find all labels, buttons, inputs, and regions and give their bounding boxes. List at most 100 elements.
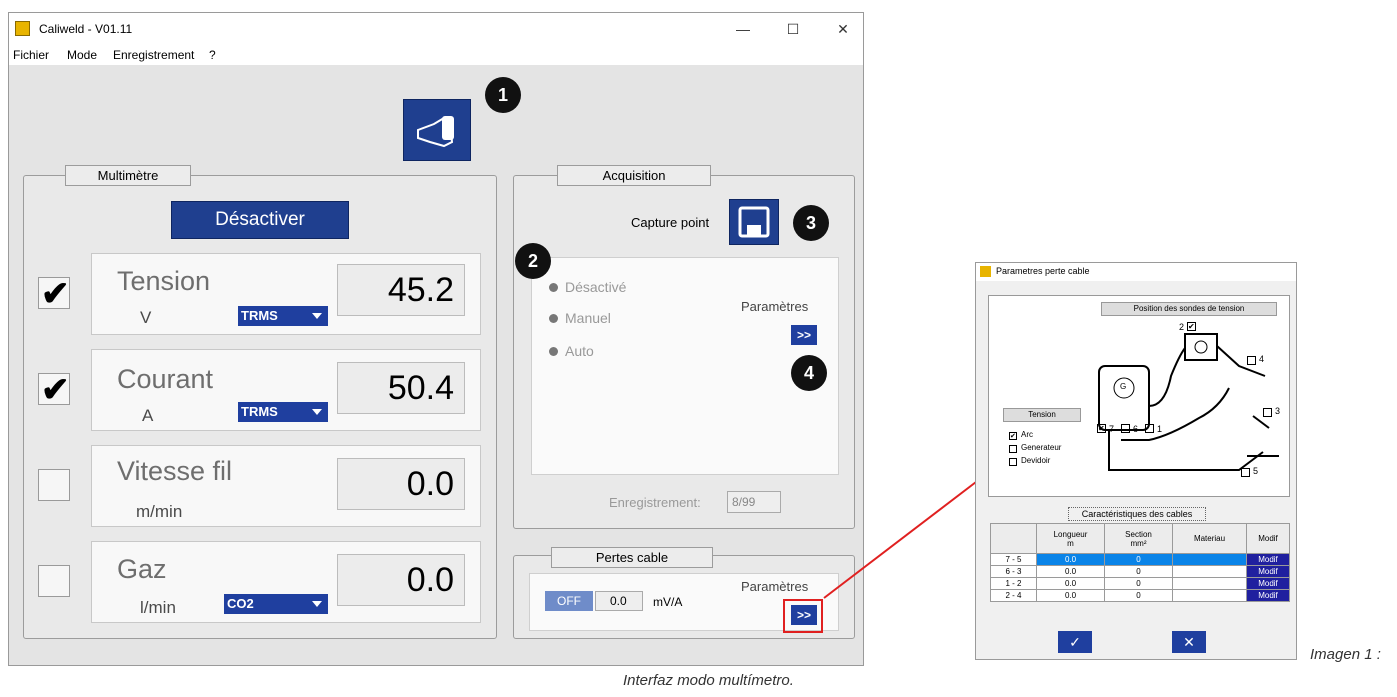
callout-2: 2 [515,243,551,279]
acquisition-parametres-label: Paramètres [741,299,809,314]
courant-mode-select[interactable]: TRMS [238,402,328,422]
cell-longueur[interactable]: 0.0 [1036,553,1105,566]
table-header [990,523,1037,554]
cell-section[interactable]: 0 [1104,565,1173,578]
probe-5-label: 5 [1253,466,1259,476]
modif-button[interactable]: Modif [1246,553,1290,566]
table-row[interactable]: 1 - 2 0.0 0 Modif [990,577,1290,590]
probe-3-label: 3 [1275,406,1281,416]
menu-fichier[interactable]: Fichier [13,48,49,62]
table-header: Longueur m [1036,523,1105,554]
minimize-button[interactable]: — [731,17,755,41]
probe-2-label: 2 [1179,322,1185,332]
cell-section[interactable]: 0 [1104,553,1173,566]
enregistrement-label: Enregistrement: [609,495,701,510]
menu-mode[interactable]: Mode [67,48,97,62]
callout-3: 3 [793,205,829,241]
callout-4: 4 [791,355,827,391]
probe-1-checkbox[interactable] [1145,424,1154,433]
cell-section[interactable]: 0 [1104,577,1173,590]
generateur-checkbox[interactable] [1009,445,1017,453]
pertes-unit: mV/A [653,595,683,609]
window-title: Caliweld - V01.11 [39,22,133,36]
cell-materiau[interactable] [1172,565,1247,578]
pertes-off-toggle[interactable]: OFF [545,591,593,611]
dialog-ok-button[interactable]: ✓ [1058,631,1092,653]
main-window: Caliweld - V01.11 — ☐ ✕ Fichier Mode Enr… [8,12,864,666]
cell-longueur[interactable]: 0.0 [1036,565,1105,578]
vitesse-unit: m/min [136,502,183,521]
probe-2-checkbox[interactable]: ✔ [1187,322,1196,331]
pertes-parametres-button[interactable]: >> [791,605,817,625]
courant-checkbox[interactable]: ✔ [38,371,70,409]
dialog-app-icon [980,266,991,277]
modif-button[interactable]: Modif [1246,577,1290,590]
probe-7-checkbox[interactable]: ✔ [1097,424,1106,433]
table-row[interactable]: 2 - 4 0.0 0 Modif [990,589,1290,602]
pertes-value: 0.0 [595,591,643,611]
arc-checkbox[interactable]: ✔ [1009,432,1017,440]
tension-mode-select[interactable]: TRMS [238,306,328,326]
cell-materiau[interactable] [1172,553,1247,566]
enregistrement-value: 8/99 [727,491,781,513]
radio-manuel[interactable] [549,314,558,323]
tension-checkbox[interactable]: ✔ [38,275,70,313]
cell-id: 6 - 3 [990,565,1037,578]
desactiver-button[interactable]: Désactiver [171,201,349,239]
probe-3-checkbox[interactable] [1263,408,1272,417]
tension-unit: V [140,308,152,327]
dialog-title-bar: Parametres perte cable [976,263,1296,281]
table-row[interactable]: 6 - 3 0.0 0 Modif [990,565,1290,578]
wiring-diagram: Position des sondes de tension G 2 ✔ 4 3… [988,295,1290,497]
table-row[interactable]: 7 - 5 0.0 0 Modif [990,553,1290,566]
table-header: Modif [1246,523,1290,554]
tension-panel: Tension V TRMS 45.2 [91,253,481,335]
gaz-type-select[interactable]: CO2 [224,594,328,614]
gaz-label: Gaz [117,554,167,584]
tension-value: 45.2 [337,264,465,316]
radio-auto-label: Auto [565,343,594,359]
cell-id: 2 - 4 [990,589,1037,602]
maximize-button[interactable]: ☐ [781,17,805,41]
menu-enregistrement[interactable]: Enregistrement [113,48,194,62]
table-header: Materiau [1172,523,1247,554]
modif-button[interactable]: Modif [1246,565,1290,578]
probe-4-label: 4 [1259,354,1265,364]
gaz-unit: l/min [140,598,176,617]
multimeter-mode-button[interactable] [403,99,471,161]
generator-symbol: G [1120,382,1127,391]
cell-id: 1 - 2 [990,577,1037,590]
hand-multimeter-icon [417,116,454,148]
cell-materiau[interactable] [1172,577,1247,590]
modif-button[interactable]: Modif [1246,589,1290,602]
vitesse-panel: Vitesse fil m/min 0.0 [91,445,481,527]
arc-label: Arc [1021,430,1033,439]
callout-1: 1 [485,77,521,113]
devidoir-checkbox[interactable] [1009,458,1017,466]
vitesse-value: 0.0 [337,458,465,510]
cell-longueur[interactable]: 0.0 [1036,589,1105,602]
cell-materiau[interactable] [1172,589,1247,602]
cell-section[interactable]: 0 [1104,589,1173,602]
tension-label: Tension [117,266,211,296]
radio-auto[interactable] [549,347,558,356]
probe-4-checkbox[interactable] [1247,356,1256,365]
gaz-panel: Gaz l/min CO2 0.0 [91,541,481,623]
probe-7-label: 7 [1109,424,1115,434]
close-button[interactable]: ✕ [831,17,855,41]
cell-longueur[interactable]: 0.0 [1036,577,1105,590]
dialog-cancel-button[interactable]: ✕ [1172,631,1206,653]
capture-point-label: Capture point [631,215,710,230]
probe-5-checkbox[interactable] [1241,468,1250,477]
acquisition-parametres-button[interactable]: >> [791,325,817,345]
menu-bar: Fichier Mode Enregistrement ? [9,45,863,65]
parametres-perte-cable-dialog: Parametres perte cable Position des sond… [975,262,1297,660]
menu-help[interactable]: ? [209,48,216,62]
vitesse-checkbox[interactable] [38,469,70,501]
gaz-checkbox[interactable] [38,565,70,597]
radio-desactive[interactable] [549,283,558,292]
dialog-title: Parametres perte cable [996,266,1090,276]
tension-option-label: Tension [1003,408,1081,422]
probe-6-checkbox[interactable] [1121,424,1130,433]
capture-point-button[interactable] [729,199,779,245]
